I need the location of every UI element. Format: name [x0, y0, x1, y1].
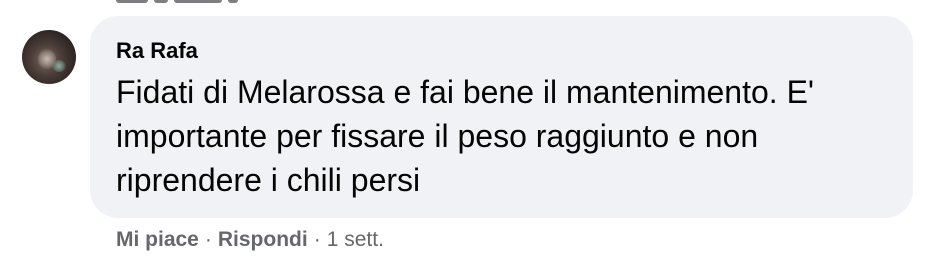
separator: · [204, 228, 212, 251]
previous-comment-actions-cut [116, 0, 316, 3]
avatar[interactable] [22, 30, 76, 84]
comment-actions: Mi piace · Rispondi · 1 sett. [116, 228, 384, 252]
comment-author[interactable]: Ra Rafa [116, 38, 198, 64]
reply-button[interactable]: Rispondi [218, 228, 308, 251]
comment-thread: Ra Rafa Fidati di Melarossa e fai bene i… [0, 0, 935, 263]
comment-text: Fidati di Melarossa e fai bene il manten… [116, 74, 815, 198]
avatar-photo-detail [52, 60, 66, 72]
comment-timestamp[interactable]: 1 sett. [327, 228, 384, 251]
like-button[interactable]: Mi piace [116, 228, 199, 251]
separator: · [313, 228, 321, 251]
